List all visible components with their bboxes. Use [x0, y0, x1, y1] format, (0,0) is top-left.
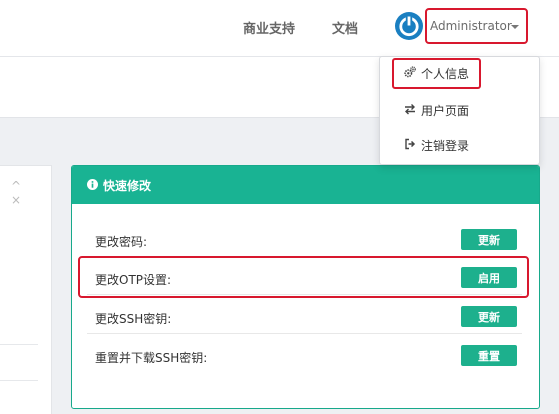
caret-down-icon [511, 25, 519, 29]
nav-link-docs[interactable]: 文档 [332, 18, 358, 37]
menu-item-user-page-label: 用户页面 [421, 104, 470, 118]
menu-item-logout[interactable]: 注销登录 [380, 130, 539, 160]
reset-ssh-key-label: 重置并下载SSH密钥: [95, 351, 208, 365]
update-password-button[interactable]: 更新 [461, 229, 517, 250]
menu-item-logout-label: 注销登录 [421, 139, 470, 153]
collapse-icon[interactable]: ^ [11, 179, 21, 193]
nav-link-business-support[interactable]: 商业支持 [243, 18, 295, 37]
panel-title: 快速修改 [103, 179, 152, 193]
update-ssh-key-button[interactable]: 更新 [461, 306, 517, 327]
reset-ssh-key-button[interactable]: 重置 [461, 345, 517, 366]
change-password-label: 更改密码: [95, 235, 148, 249]
panel-header: 快速修改 [72, 166, 539, 204]
divider [0, 380, 38, 381]
change-password-row: 更改密码: 更新 [72, 229, 539, 253]
user-menu-toggle[interactable]: Administrator [425, 8, 528, 44]
sign-out-icon [405, 138, 416, 150]
power-logo-icon[interactable] [395, 12, 423, 40]
menu-item-user-page[interactable]: 用户页面 [380, 95, 539, 125]
left-panel: ^ × [0, 165, 52, 414]
divider [0, 344, 38, 345]
panel-tools: ^ × [11, 179, 51, 207]
username-label: Administrator [430, 19, 512, 33]
info-icon [87, 179, 98, 190]
otp-row-highlight [78, 256, 529, 298]
reset-ssh-key-row: 重置并下载SSH密钥: 重置 [72, 345, 539, 369]
top-navbar: 商业支持 文档 Administrator [0, 0, 559, 57]
change-ssh-key-label: 更改SSH密钥: [95, 312, 172, 326]
exchange-icon [405, 104, 415, 115]
profile-item-highlight [392, 58, 481, 89]
divider [87, 333, 522, 334]
close-icon[interactable]: × [11, 193, 21, 207]
change-ssh-key-row: 更改SSH密钥: 更新 [72, 306, 539, 330]
